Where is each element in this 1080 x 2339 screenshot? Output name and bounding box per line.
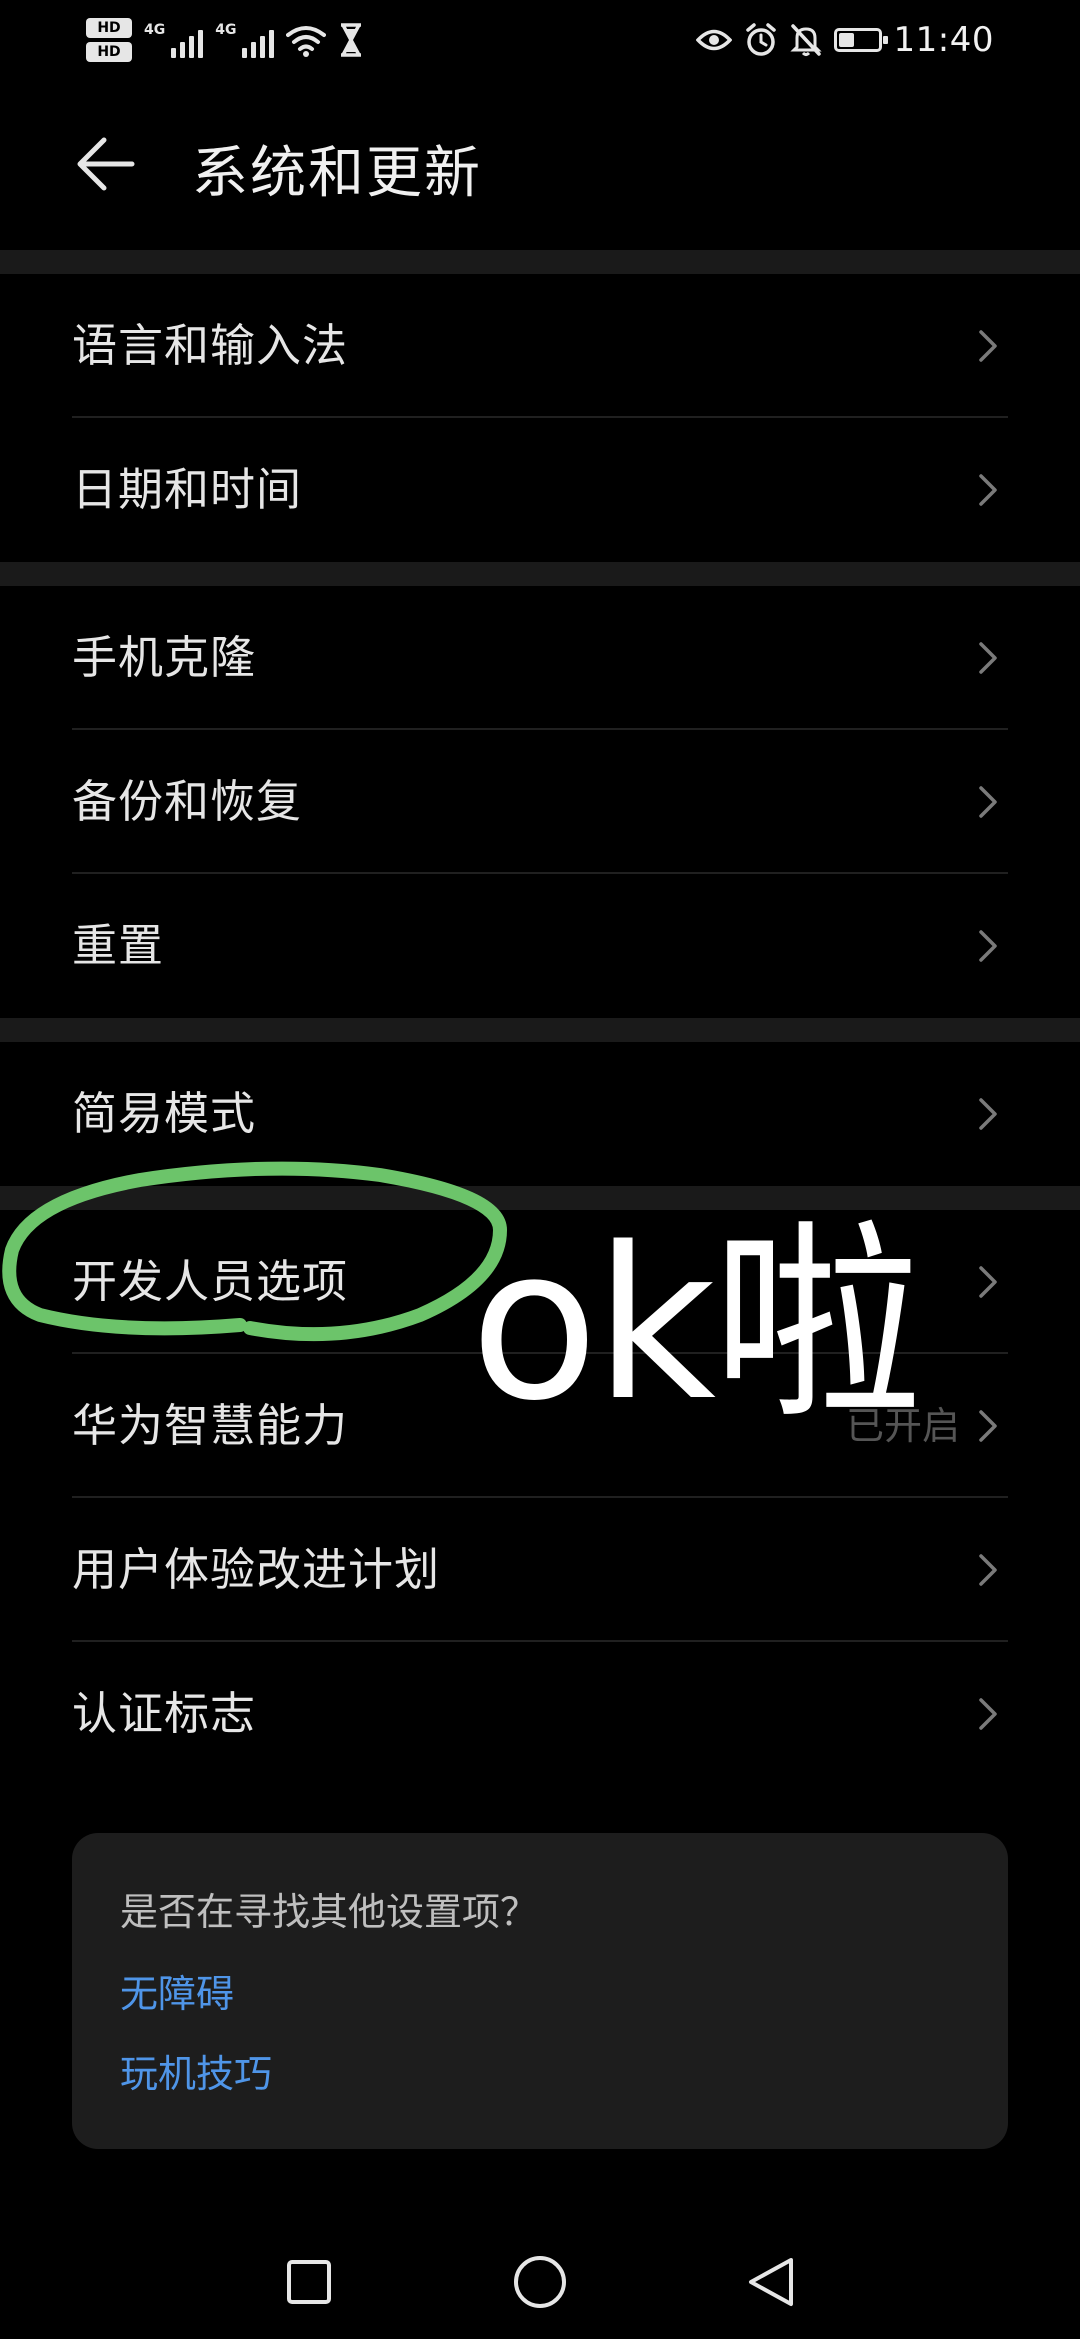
list-item-backup-restore[interactable]: 备份和恢复 — [0, 730, 1080, 874]
group-separator — [0, 250, 1080, 274]
signal-1-label: 4G — [144, 22, 166, 38]
chevron-right-icon — [979, 1410, 997, 1442]
list-item-label: 开发人员选项 — [72, 1255, 349, 1308]
list-item-label: 重置 — [72, 919, 165, 972]
chevron-right-icon — [979, 1266, 997, 1298]
home-button[interactable] — [505, 2247, 575, 2317]
bell-muted-icon — [789, 24, 822, 56]
triangle-back-icon — [749, 2258, 793, 2306]
list-item-user-experience[interactable]: 用户体验改进计划 — [0, 1498, 1080, 1642]
suggestion-card: 是否在寻找其他设置项？ 无障碍 玩机技巧 — [72, 1833, 1008, 2149]
hourglass-icon — [341, 23, 362, 57]
list-item-label: 简易模式 — [72, 1087, 257, 1140]
list-item-label: 认证标志 — [72, 1687, 257, 1740]
list-item-label: 备份和恢复 — [72, 775, 303, 828]
group-separator — [0, 1018, 1080, 1042]
circle-icon — [514, 2256, 566, 2308]
chevron-right-icon — [979, 930, 997, 962]
clock: 11:40 — [893, 20, 994, 60]
alarm-icon — [745, 23, 776, 56]
list-item-label: 手机克隆 — [72, 631, 257, 684]
list-item-phone-clone[interactable]: 手机克隆 — [0, 586, 1080, 730]
wifi-icon — [286, 26, 327, 57]
list-item-language-input[interactable]: 语言和输入法 — [0, 274, 1080, 418]
list-item-label: 语言和输入法 — [72, 319, 349, 372]
chevron-right-icon — [979, 642, 997, 674]
list-item-label: 日期和时间 — [72, 463, 303, 516]
status-value: 已开启 — [845, 1404, 960, 1448]
arrow-left-icon — [77, 137, 135, 191]
list-item-label: 用户体验改进计划 — [72, 1543, 441, 1596]
group-separator — [0, 1186, 1080, 1210]
suggestion-title: 是否在寻找其他设置项？ — [120, 1890, 539, 1934]
signal-2-label: 4G — [215, 22, 237, 38]
hd-badge-2: HD — [86, 42, 132, 62]
chevron-right-icon — [979, 1554, 997, 1586]
list-item-label: 华为智慧能力 — [72, 1399, 349, 1452]
chevron-right-icon — [979, 330, 997, 362]
battery-icon — [833, 28, 888, 52]
square-icon — [287, 2260, 331, 2304]
status-bar-right: 11:40 — [695, 12, 994, 68]
battery-level — [838, 33, 854, 47]
navigation-bar — [0, 2215, 1080, 2339]
list-item-simple-mode[interactable]: 简易模式 — [0, 1042, 1080, 1186]
header: 系统和更新 — [0, 80, 1080, 250]
signal-2-icon: 4G — [215, 22, 275, 58]
hd-badge-1: HD — [86, 18, 132, 38]
list-item-date-time[interactable]: 日期和时间 — [0, 418, 1080, 562]
link-accessibility[interactable]: 无障碍 — [120, 1963, 234, 2018]
hd-indicators: HD HD — [86, 18, 132, 62]
chevron-right-icon — [979, 786, 997, 818]
eye-icon — [695, 29, 732, 51]
page-title: 系统和更新 — [192, 141, 482, 206]
list-item-reset[interactable]: 重置 — [0, 874, 1080, 1018]
chevron-right-icon — [979, 1698, 997, 1730]
group-separator — [0, 562, 1080, 586]
back-nav-button[interactable] — [736, 2247, 806, 2317]
status-bar-left: HD HD 4G 4G — [86, 12, 364, 68]
list-item-developer-options[interactable]: 开发人员选项 — [0, 1210, 1080, 1354]
signal-1-icon: 4G — [144, 22, 204, 58]
chevron-right-icon — [979, 1098, 997, 1130]
list-item-huawei-intelligence[interactable]: 华为智慧能力 已开启 — [0, 1354, 1080, 1498]
list-item-certification[interactable]: 认证标志 — [0, 1642, 1080, 1786]
recent-apps-button[interactable] — [274, 2247, 344, 2317]
chevron-right-icon — [979, 474, 997, 506]
status-bar: HD HD 4G 4G 11:40 — [0, 0, 1080, 80]
back-button[interactable] — [66, 124, 146, 204]
link-tips[interactable]: 玩机技巧 — [120, 2043, 272, 2098]
